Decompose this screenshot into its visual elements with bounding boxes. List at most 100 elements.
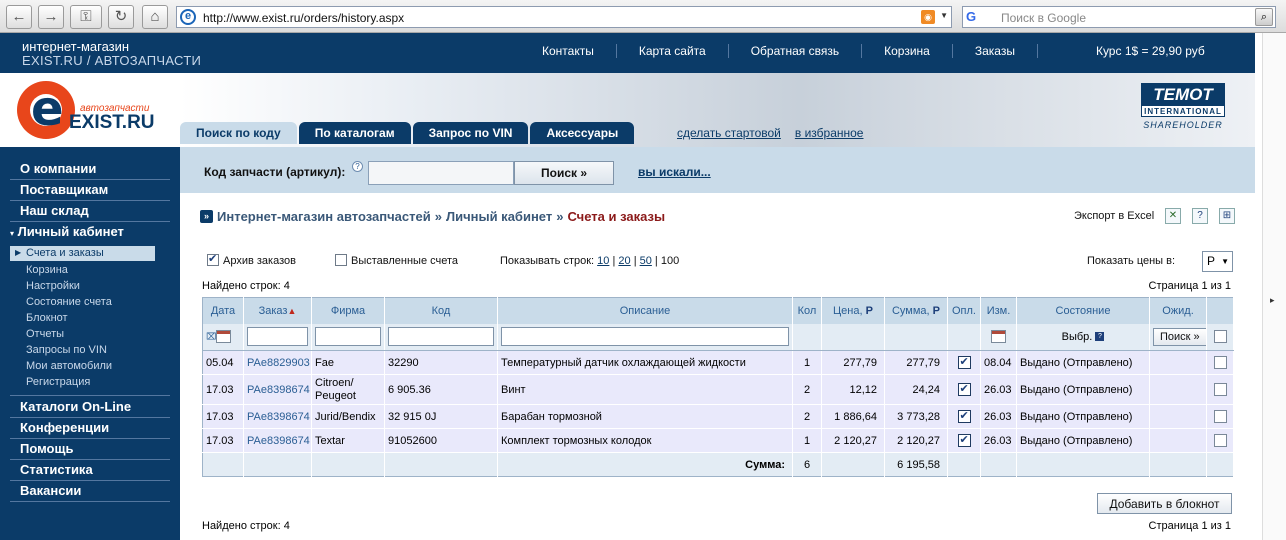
topnav-sitemap[interactable]: Карта сайта bbox=[615, 44, 728, 58]
sidebar-item-suppliers[interactable]: Поставщикам bbox=[20, 182, 108, 197]
sidebar-subitem-reports[interactable]: Отчеты bbox=[26, 328, 64, 340]
sidebar-item-help[interactable]: Помощь bbox=[20, 441, 73, 456]
col-qty[interactable]: Кол bbox=[792, 297, 822, 324]
select-all-checkbox[interactable] bbox=[1213, 330, 1227, 344]
sidebar-subitem-balance[interactable]: Состояние счета bbox=[26, 296, 112, 308]
address-bar[interactable]: e http://www.exist.ru/orders/history.asp… bbox=[176, 6, 952, 28]
rows-option-10[interactable]: 10 bbox=[597, 255, 609, 267]
add-to-notebook-button[interactable]: Добавить в блокнот bbox=[1097, 493, 1232, 514]
total-sum: 6 195,58 bbox=[884, 452, 948, 477]
col-changed[interactable]: Изм. bbox=[980, 297, 1017, 324]
archive-filter[interactable]: Архив заказов bbox=[207, 252, 296, 267]
help-book-icon[interactable]: ? bbox=[1192, 208, 1208, 224]
scroll-arrow-icon[interactable]: ▸ bbox=[1270, 295, 1275, 306]
search-icon[interactable]: ⌕ bbox=[1255, 8, 1273, 26]
sidebar-subitem-registration[interactable]: Регистрация bbox=[26, 376, 90, 388]
col-status[interactable]: Состояние bbox=[1016, 297, 1150, 324]
address-url[interactable]: http://www.exist.ru/orders/history.aspx bbox=[203, 11, 404, 25]
sidebar-subitem-cars[interactable]: Мои автомобили bbox=[26, 360, 112, 372]
tab-search-by-code[interactable]: Поиск по коду bbox=[180, 122, 297, 144]
help-icon[interactable]: ? bbox=[1095, 332, 1105, 342]
tab-accessories[interactable]: Аксессуары bbox=[530, 122, 635, 144]
order-filter-input[interactable] bbox=[247, 327, 308, 347]
breadcrumb-shop[interactable]: Интернет-магазин автозапчастей bbox=[217, 209, 431, 224]
order-link[interactable]: PAe8829903 bbox=[247, 357, 310, 369]
sidebar-subitem-vin[interactable]: Запросы по VIN bbox=[26, 344, 107, 356]
vertical-scrollbar[interactable]: ▸ bbox=[1262, 33, 1286, 540]
breadcrumb-account[interactable]: Личный кабинет bbox=[446, 209, 552, 224]
sidebar-subitem-orders[interactable]: ▶ Счета и заказы bbox=[10, 246, 155, 261]
rss-icon[interactable]: ◉ bbox=[921, 10, 935, 24]
sidebar-subitem-notebook[interactable]: Блокнот bbox=[26, 312, 68, 324]
topnav-cart[interactable]: Корзина bbox=[861, 44, 952, 58]
invoices-checkbox[interactable] bbox=[335, 254, 347, 267]
part-code-input[interactable] bbox=[368, 161, 514, 185]
col-date[interactable]: Дата bbox=[202, 297, 244, 324]
col-firm[interactable]: Фирма bbox=[311, 297, 385, 324]
sidebar-subitem-cart[interactable]: Корзина bbox=[26, 264, 68, 276]
col-description[interactable]: Описание bbox=[497, 297, 793, 324]
home-icon[interactable]: ⌂ bbox=[142, 5, 168, 29]
col-paid[interactable]: Опл. bbox=[947, 297, 981, 324]
row-select-checkbox[interactable] bbox=[1213, 356, 1227, 369]
reload-icon[interactable]: ↻ bbox=[108, 5, 134, 29]
sidebar-subitem-settings[interactable]: Настройки bbox=[26, 280, 80, 292]
tree-view-icon[interactable]: ⊞ bbox=[1219, 208, 1235, 224]
col-order[interactable]: Заказ▲ bbox=[243, 297, 312, 324]
sidebar-item-vacancies[interactable]: Вакансии bbox=[20, 483, 81, 498]
code-filter-input[interactable] bbox=[388, 327, 494, 347]
excel-icon[interactable]: ✕ bbox=[1165, 208, 1181, 224]
topnav-orders[interactable]: Заказы bbox=[951, 44, 1037, 58]
sidebar-item-warehouse[interactable]: Наш склад bbox=[20, 203, 89, 218]
sidebar-item-statistics[interactable]: Статистика bbox=[20, 462, 93, 477]
rows-option-50[interactable]: 50 bbox=[640, 255, 652, 267]
browser-search-placeholder[interactable]: Поиск в Google bbox=[1001, 11, 1086, 25]
rows-option-20[interactable]: 20 bbox=[618, 255, 630, 267]
tab-catalogs[interactable]: По каталогам bbox=[298, 122, 411, 144]
forward-icon[interactable]: → bbox=[38, 5, 64, 29]
back-icon[interactable]: ← bbox=[6, 5, 32, 29]
google-icon[interactable]: G bbox=[966, 9, 990, 25]
calendar-icon[interactable] bbox=[991, 330, 1006, 344]
status-filter[interactable]: Выбр. ? bbox=[1016, 323, 1150, 351]
clear-filter-icon[interactable]: ⌧ bbox=[206, 332, 216, 342]
col-code[interactable]: Код bbox=[384, 297, 498, 324]
address-dropdown-icon[interactable]: ▼ bbox=[940, 11, 948, 20]
sidebar-item-about[interactable]: О компании bbox=[20, 161, 96, 176]
tab-vin-request[interactable]: Запрос по VIN bbox=[412, 122, 529, 144]
topnav-feedback[interactable]: Обратная связь bbox=[727, 44, 861, 58]
key-icon[interactable]: ⚿ bbox=[70, 5, 102, 29]
calendar-icon[interactable] bbox=[216, 330, 232, 344]
row-select-checkbox[interactable] bbox=[1213, 434, 1227, 447]
row-select-checkbox[interactable] bbox=[1213, 383, 1227, 396]
filter-search-button[interactable]: Поиск » bbox=[1153, 327, 1206, 346]
col-expected[interactable]: Ожид. bbox=[1149, 297, 1207, 324]
cell-code: 91052600 bbox=[384, 428, 498, 453]
col-sum[interactable]: Сумма, Р bbox=[884, 297, 948, 324]
sidebar-item-catalogs[interactable]: Каталоги On-Line bbox=[20, 399, 131, 414]
add-favorites-link[interactable]: в избранное bbox=[795, 126, 864, 140]
site-header: интернет-магазин EXIST.RU / АВТОЗАПЧАСТИ… bbox=[0, 33, 1255, 73]
firm-filter-input[interactable] bbox=[315, 327, 381, 347]
row-select-checkbox[interactable] bbox=[1213, 410, 1227, 423]
export-excel-label[interactable]: Экспорт в Excel bbox=[1074, 210, 1154, 222]
order-link[interactable]: PAe8398674 bbox=[247, 384, 310, 396]
search-button[interactable]: Поиск » bbox=[514, 161, 614, 185]
browser-search-box[interactable]: G Поиск в Google ⌕ bbox=[962, 6, 1276, 28]
col-price[interactable]: Цена, Р bbox=[821, 297, 885, 324]
make-homepage-link[interactable]: сделать стартовой bbox=[677, 126, 781, 140]
table-row: 17.03 PAe8398674 Textar 91052600 Комплек… bbox=[202, 428, 1234, 453]
description-filter-input[interactable] bbox=[501, 327, 789, 347]
search-history-link[interactable]: вы искали... bbox=[638, 165, 711, 179]
archive-checkbox[interactable] bbox=[207, 252, 219, 267]
sidebar-item-account[interactable]: ▾ Личный кабинет bbox=[10, 224, 124, 239]
invoices-filter[interactable]: Выставленные счета bbox=[335, 254, 458, 267]
order-filters: Архив заказов Выставленные счета Показыв… bbox=[207, 251, 1235, 272]
topnav-contacts[interactable]: Контакты bbox=[520, 44, 616, 58]
order-link[interactable]: PAe8398674 bbox=[247, 435, 310, 447]
exist-logo[interactable]: e автозапчасти EXIST.RU bbox=[17, 81, 167, 141]
order-link[interactable]: PAe8398674 bbox=[247, 411, 310, 423]
sidebar-item-conferences[interactable]: Конференции bbox=[20, 420, 109, 435]
help-icon[interactable]: ? bbox=[352, 161, 363, 172]
currency-select[interactable]: Р ▼ bbox=[1202, 251, 1233, 272]
